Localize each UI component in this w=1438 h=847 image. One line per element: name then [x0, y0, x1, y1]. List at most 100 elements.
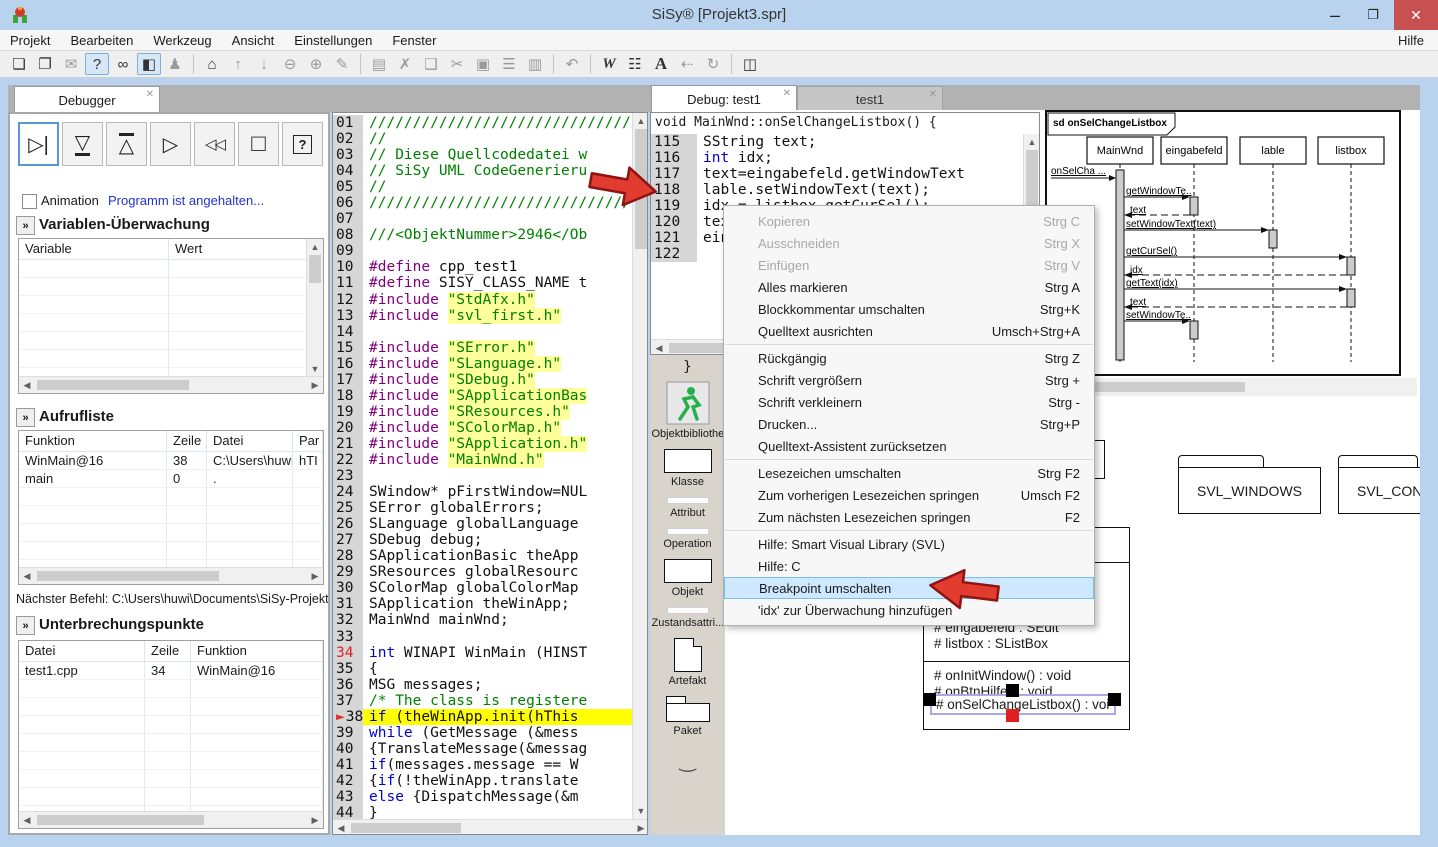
code-line[interactable]: 27SDebug debug;: [333, 532, 632, 548]
line-number[interactable]: 27: [333, 532, 363, 548]
code-line[interactable]: 03// Diese Quellcodedatei w: [333, 147, 632, 163]
sequence-diagram-scrollbar[interactable]: [1045, 378, 1417, 396]
line-number[interactable]: 10: [333, 259, 363, 275]
code-line[interactable]: 01//////////////////////////////////////…: [333, 115, 632, 131]
line-number[interactable]: 35: [333, 661, 363, 677]
line-number[interactable]: 12: [333, 292, 363, 308]
collapse-callstack-button[interactable]: »: [16, 408, 35, 427]
line-number[interactable]: 04: [333, 163, 363, 179]
home-icon[interactable]: ⌂: [200, 53, 224, 75]
window-preview-icon[interactable]: ◧: [137, 53, 161, 75]
palette-more-indicator[interactable]: ‿: [679, 748, 695, 773]
stop-button[interactable]: □: [238, 122, 279, 166]
word-icon[interactable]: W: [597, 53, 621, 75]
code-line[interactable]: 18#include "SApplicationBas: [333, 388, 632, 404]
close-tab-icon[interactable]: ✕: [146, 89, 154, 100]
code-line[interactable]: 23: [333, 468, 632, 484]
align-icon[interactable]: ⇠: [675, 53, 699, 75]
resize-handle[interactable]: [1006, 684, 1019, 697]
source-editor-window[interactable]: 01//////////////////////////////////////…: [332, 112, 648, 835]
menu-bearbeiten[interactable]: Bearbeiten: [60, 33, 143, 48]
animation-checkbox[interactable]: [22, 194, 37, 209]
sequence-diagram-window[interactable]: sd onSelChangeListboxMainWndeingabefeldl…: [1045, 110, 1401, 376]
code-line[interactable]: 12#include "StdAfx.h": [333, 292, 632, 308]
line-number[interactable]: 03: [333, 147, 363, 163]
line-number[interactable]: 41: [333, 757, 363, 773]
line-number[interactable]: 43: [333, 789, 363, 805]
line-number[interactable]: 115: [651, 134, 697, 150]
line-number[interactable]: 17: [333, 372, 363, 388]
menu-projekt[interactable]: Projekt: [0, 33, 60, 48]
code-line[interactable]: 42{if(!theWinApp.translate: [333, 773, 632, 789]
line-number[interactable]: 39: [333, 725, 363, 741]
selected-operation[interactable]: # onSelChangeListbox() : voi: [930, 694, 1116, 715]
mail-icon[interactable]: ✉: [59, 53, 83, 75]
code-line[interactable]: 04// SiSy UML CodeGenerieru: [333, 163, 632, 179]
line-number[interactable]: 121: [651, 230, 697, 246]
code-line[interactable]: 43else {DispatchMessage(&m: [333, 789, 632, 805]
code-line[interactable]: 26SLanguage globalLanguage: [333, 516, 632, 532]
code-line[interactable]: 117text=eingabefeld.getWindowText: [651, 166, 1023, 182]
menu-item--idx-zur-überwachung-hinzufügen[interactable]: 'idx' zur Überwachung hinzufügen: [724, 599, 1094, 621]
code-line[interactable]: 10#define cpp_test1: [333, 259, 632, 275]
open-folder-icon[interactable]: ❐: [33, 53, 57, 75]
tab-debugger[interactable]: Debugger ✕: [14, 86, 160, 113]
line-number[interactable]: 116: [651, 150, 697, 166]
line-number[interactable]: 18: [333, 388, 363, 404]
code-line[interactable]: 20#include "SColorMap.h": [333, 420, 632, 436]
palette-tool-artefakt[interactable]: Artefakt: [669, 638, 707, 687]
line-number[interactable]: 16: [333, 356, 363, 372]
close-tab-icon[interactable]: ✕: [783, 88, 791, 99]
code-line[interactable]: 11#define SISY_CLASS_NAME t: [333, 275, 632, 291]
line-number[interactable]: 26: [333, 516, 363, 532]
palette-tool-objekt[interactable]: Objekt: [664, 559, 712, 598]
line-number[interactable]: 06: [333, 195, 363, 211]
code-line[interactable]: 29SResources globalResourc: [333, 564, 632, 580]
palette-tool-zustandsattribut[interactable]: Zustandsattri...: [652, 607, 724, 629]
line-number[interactable]: 13: [333, 308, 363, 324]
collapse-watch-button[interactable]: »: [16, 216, 35, 235]
menu-item-hilfe-c[interactable]: Hilfe: C: [724, 555, 1094, 577]
line-number[interactable]: 40: [333, 741, 363, 757]
line-number[interactable]: 01: [333, 115, 363, 131]
arrow-up-icon[interactable]: ↑: [226, 53, 250, 75]
menu-item-zum-nächsten-lesezeichen-springen[interactable]: Zum nächsten Lesezeichen springenF2: [724, 506, 1094, 528]
code-line[interactable]: 115SString text;: [651, 134, 1023, 150]
line-number[interactable]: 31: [333, 596, 363, 612]
table-horizontal-scrollbar[interactable]: ◀▶: [19, 567, 323, 584]
arrow-down-icon[interactable]: ↓: [252, 53, 276, 75]
copy-icon[interactable]: ❑: [419, 53, 443, 75]
menu-item-drucken-[interactable]: Drucken...Strg+P: [724, 413, 1094, 435]
code-line[interactable]: 40{TranslateMessage(&messag: [333, 741, 632, 757]
line-number[interactable]: 19: [333, 404, 363, 420]
line-number[interactable]: 15: [333, 340, 363, 356]
line-number[interactable]: 11: [333, 275, 363, 291]
indent-icon[interactable]: ☰: [497, 53, 521, 75]
line-number[interactable]: 20: [333, 420, 363, 436]
line-number[interactable]: 36: [333, 677, 363, 693]
paste-icon[interactable]: ▣: [471, 53, 495, 75]
edit-note-icon[interactable]: ✎: [330, 53, 354, 75]
properties-icon[interactable]: ▤: [367, 53, 391, 75]
menu-einstellungen[interactable]: Einstellungen: [284, 33, 382, 48]
code-line[interactable]: 17#include "SDebug.h": [333, 372, 632, 388]
line-number[interactable]: 32: [333, 612, 363, 628]
code-line[interactable]: 118lable.setWindowText(text);: [651, 182, 1023, 198]
code-line[interactable]: 02//: [333, 131, 632, 147]
code-line[interactable]: 28SApplicationBasic theApp: [333, 548, 632, 564]
restart-button[interactable]: ◁◁: [194, 122, 235, 166]
code-line[interactable]: 22#include "MainWnd.h": [333, 452, 632, 468]
code-line[interactable]: 19#include "SResources.h": [333, 404, 632, 420]
resize-handle[interactable]: [923, 693, 936, 706]
code-line[interactable]: 39while (GetMessage (&mess: [333, 725, 632, 741]
line-number[interactable]: 122: [651, 246, 697, 262]
menu-item-zum-vorherigen-lesezeichen-springen[interactable]: Zum vorherigen Lesezeichen springenUmsch…: [724, 484, 1094, 506]
line-number[interactable]: 02: [333, 131, 363, 147]
line-number[interactable]: 23: [333, 468, 363, 484]
code-line[interactable]: 13#include "svl_first.h": [333, 308, 632, 324]
menu-item-rückgängig[interactable]: RückgängigStrg Z: [724, 347, 1094, 369]
line-number[interactable]: 29: [333, 564, 363, 580]
resize-handle[interactable]: [1108, 693, 1121, 706]
resize-handle-bottom[interactable]: [1006, 709, 1019, 722]
code-line[interactable]: 08///<ObjektNummer>2946</Ob: [333, 227, 632, 243]
